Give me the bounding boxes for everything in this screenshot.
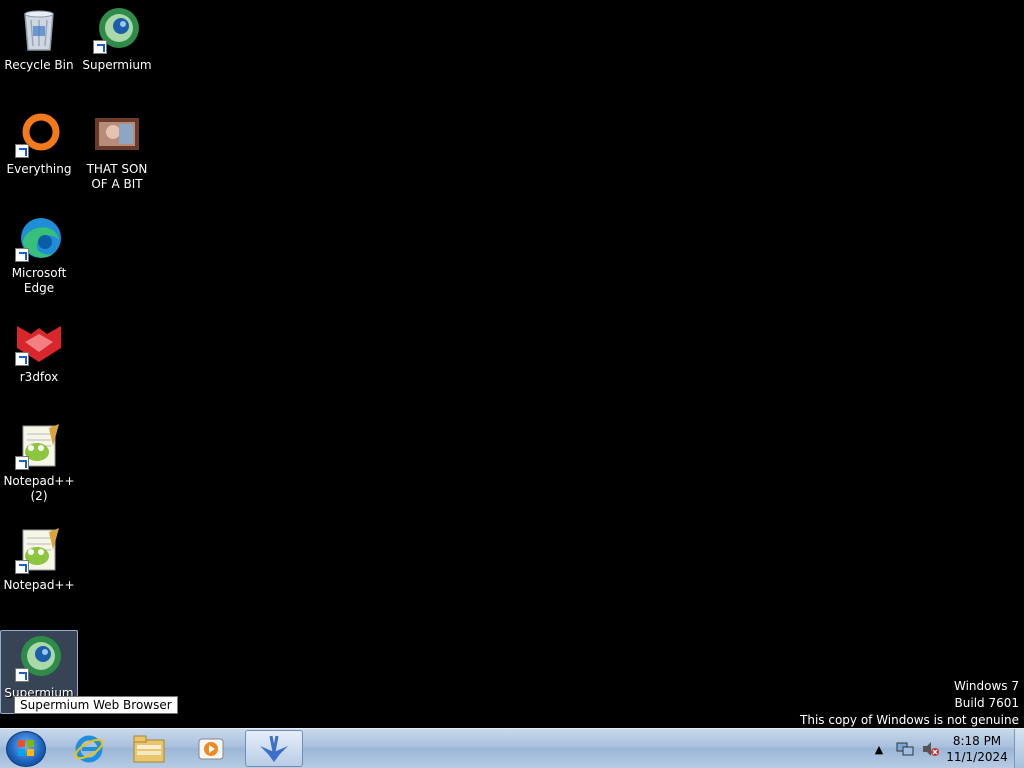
icon-label: Notepad++ (2) — [3, 474, 75, 503]
clock-time: 8:18 PM — [952, 734, 1002, 748]
start-button[interactable] — [6, 731, 46, 767]
desktop-icon-everything[interactable]: Everything — [0, 104, 78, 177]
recycle-bin-icon — [15, 6, 63, 54]
icon-label: Microsoft Edge — [11, 266, 67, 295]
supermium-icon — [15, 634, 63, 682]
shortcut-arrow-icon — [15, 144, 29, 158]
taskbar-internet-explorer[interactable] — [60, 730, 118, 767]
windows-watermark: Windows 7 Build 7601 This copy of Window… — [800, 678, 1019, 729]
notepadpp-icon — [15, 526, 63, 574]
shortcut-arrow-icon — [15, 352, 29, 366]
notepadpp-icon — [15, 422, 63, 470]
icon-label: THAT SON OF A BIT — [86, 162, 148, 191]
desktop[interactable]: Recycle Bin Supermium Everything THAT SO… — [0, 0, 1024, 728]
shortcut-arrow-icon — [15, 668, 29, 682]
taskbar-windows-explorer[interactable] — [120, 730, 178, 767]
system-tray: ▲ 8:18 PM 11/1/2024 — [866, 729, 1024, 768]
shortcut-arrow-icon — [15, 248, 29, 262]
everything-icon — [15, 110, 63, 158]
shortcut-arrow-icon — [15, 456, 29, 470]
supermium-icon — [93, 6, 141, 54]
icon-label: Everything — [6, 162, 72, 176]
clock-date: 11/1/2024 — [946, 750, 1008, 764]
icon-label: r3dfox — [19, 370, 59, 384]
show-desktop-button[interactable] — [1014, 729, 1024, 768]
network-icon[interactable] — [895, 739, 915, 759]
icon-label: Notepad++ — [3, 578, 75, 592]
image-thumbnail-icon — [93, 110, 141, 158]
r3dfox-icon — [15, 318, 63, 366]
taskbar-media-player[interactable] — [182, 730, 240, 767]
desktop-icon-notepadpp[interactable]: Notepad++ — [0, 520, 78, 593]
watermark-os: Windows 7 — [953, 679, 1019, 693]
volume-muted-icon[interactable] — [921, 739, 941, 759]
app-icon — [260, 735, 288, 762]
desktop-icon-supermium[interactable]: Supermium — [78, 0, 156, 73]
icon-label: Recycle Bin — [4, 58, 74, 72]
show-hidden-icons-icon[interactable]: ▲ — [869, 739, 889, 759]
desktop-icon-recycle-bin[interactable]: Recycle Bin — [0, 0, 78, 73]
windows-explorer-icon — [133, 735, 165, 762]
desktop-icon-notepadpp-2[interactable]: Notepad++ (2) — [0, 416, 78, 504]
taskbar-active-app[interactable] — [245, 730, 303, 767]
desktop-icon-image-file[interactable]: THAT SON OF A BIT — [78, 104, 156, 192]
shortcut-arrow-icon — [15, 560, 29, 574]
watermark-genuine-notice: This copy of Windows is not genuine — [800, 713, 1019, 727]
icon-label: Supermium — [82, 58, 152, 72]
media-player-icon — [198, 738, 224, 759]
tooltip: Supermium Web Browser — [14, 696, 178, 714]
desktop-icon-r3dfox[interactable]: r3dfox — [0, 312, 78, 385]
windows-logo-icon — [18, 740, 34, 756]
taskbar: ▲ 8:18 PM 11/1/2024 — [0, 728, 1024, 768]
edge-icon — [15, 214, 63, 262]
clock[interactable]: 8:18 PM 11/1/2024 — [944, 733, 1010, 765]
watermark-build: Build 7601 — [954, 696, 1019, 710]
shortcut-arrow-icon — [93, 40, 107, 54]
internet-explorer-icon — [74, 735, 104, 762]
desktop-icon-microsoft-edge[interactable]: Microsoft Edge — [0, 208, 78, 296]
